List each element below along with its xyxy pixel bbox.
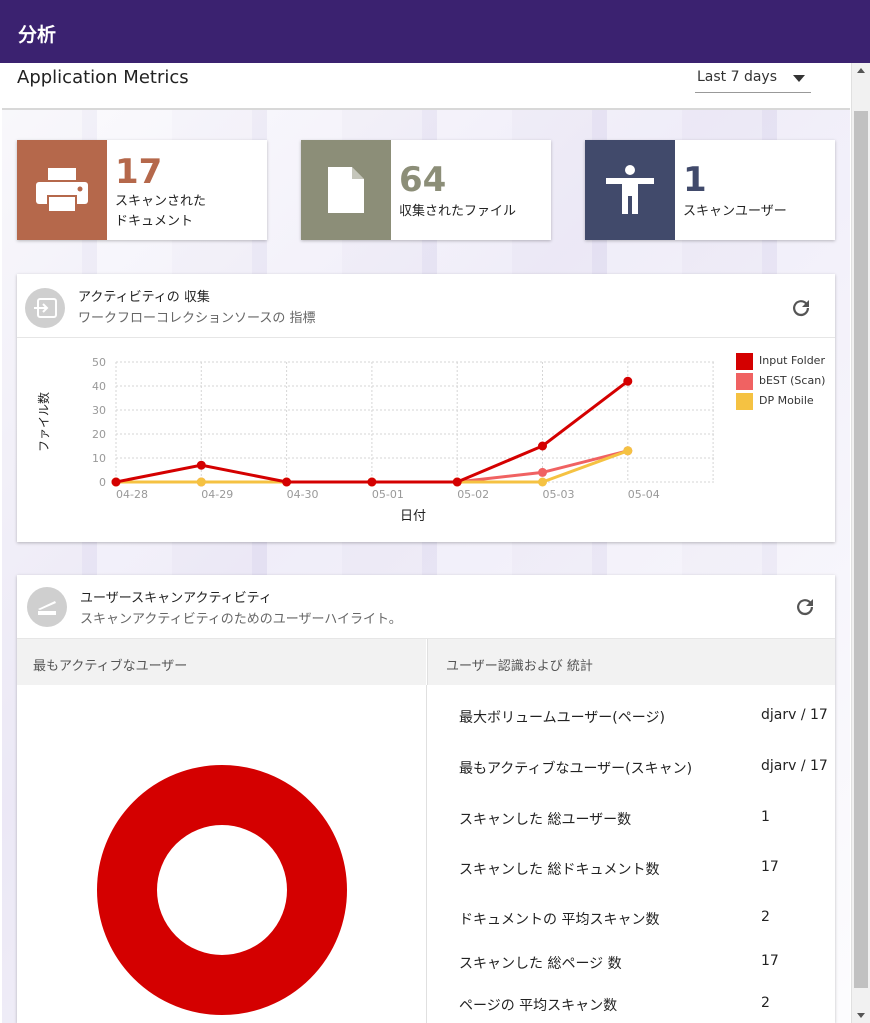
x-tick-label: 05-02 xyxy=(457,488,489,501)
stat-row-label: スキャンした 総ユーザー数 xyxy=(459,812,632,828)
stat-row-label: スキャンした 総ドキュメント数 xyxy=(459,862,660,878)
data-point xyxy=(538,467,547,477)
card-avatar xyxy=(27,587,67,627)
legend-swatch xyxy=(736,373,753,390)
y-tick-label: 20 xyxy=(92,428,106,441)
stat-row-value: 17 xyxy=(761,859,779,875)
scrollbar-thumb[interactable] xyxy=(854,111,868,988)
card-subtitle: スキャンアクティビティのためのユーザーハイライト。 xyxy=(80,612,402,627)
printer-icon-box xyxy=(17,140,107,240)
stat-row-value: 1 xyxy=(761,809,770,825)
y-tick-label: 50 xyxy=(92,356,106,369)
card-header: アクティビティの 収集 ワークフローコレクションソースの 指標 xyxy=(17,274,835,338)
data-point xyxy=(196,477,206,487)
x-tick-label: 05-01 xyxy=(372,488,404,501)
card-avatar xyxy=(25,288,65,328)
y-tick-label: 10 xyxy=(92,452,106,465)
stat-value: 64 xyxy=(399,160,447,200)
column-divider xyxy=(426,685,427,1023)
legend-swatch xyxy=(736,393,753,410)
stat-row-label: 最大ボリュームユーザー(ページ) xyxy=(459,710,665,726)
date-range-value: Last 7 days xyxy=(697,69,778,85)
vertical-scrollbar[interactable] xyxy=(851,63,870,1023)
user-stats-header: ユーザー認識および 統計 xyxy=(427,639,835,685)
card-header: ユーザースキャンアクティビティ スキャンアクティビティのためのユーザーハイライト… xyxy=(17,575,835,639)
legend-label: Input Folder xyxy=(759,354,825,367)
legend-label: bEST (Scan) xyxy=(759,374,826,387)
x-tick-label: 05-03 xyxy=(543,488,575,501)
scroll-up-arrow-icon[interactable] xyxy=(857,68,865,73)
stat-card-scanned-documents: 17 スキャンされた ドキュメント xyxy=(17,140,267,240)
page-title: Application Metrics xyxy=(17,67,189,88)
most-active-user-header: 最もアクティブなユーザー xyxy=(17,639,426,685)
stat-row-label: スキャンした 総ページ 数 xyxy=(459,956,622,972)
y-tick-label: 40 xyxy=(92,380,106,393)
x-tick-label: 04-30 xyxy=(287,488,319,501)
data-point xyxy=(538,441,547,451)
card-title: アクティビティの 収集 xyxy=(78,290,210,305)
stat-label-line1: 収集されたファイル xyxy=(399,204,517,219)
donut-ring xyxy=(97,765,347,1015)
stat-row-value: 2 xyxy=(761,909,770,925)
x-tick-label: 04-29 xyxy=(201,488,233,501)
card-title: ユーザースキャンアクティビティ xyxy=(80,591,272,606)
refresh-icon[interactable] xyxy=(789,296,813,320)
stat-label-line1: スキャンユーザー xyxy=(683,204,787,219)
y-axis-label: ファイル数 xyxy=(36,392,51,452)
stat-row-value: djarv / 17 xyxy=(761,707,828,723)
data-point xyxy=(623,376,633,386)
legend-label: DP Mobile xyxy=(759,394,814,407)
refresh-icon[interactable] xyxy=(793,595,817,619)
stat-value: 1 xyxy=(683,160,707,200)
activity-chart: 50 40 30 20 10 0 04-28 04-29 04-30 05-01 05-02 05-0… xyxy=(36,356,714,524)
stat-row-label: ドキュメントの 平均スキャン数 xyxy=(459,912,660,928)
document-icon xyxy=(328,167,364,213)
data-point xyxy=(452,477,462,487)
data-point xyxy=(111,477,121,487)
legend-swatch xyxy=(736,353,753,370)
stat-row-value: djarv / 17 xyxy=(761,758,828,774)
printer-icon xyxy=(36,168,88,213)
person-icon-box xyxy=(585,140,675,240)
stat-card-scan-users: 1 スキャンユーザー xyxy=(585,140,835,240)
user-donut-chart xyxy=(97,765,347,1015)
y-tick-label: 30 xyxy=(92,404,106,417)
app-title: 分析 xyxy=(18,24,57,46)
document-icon-box xyxy=(301,140,391,240)
x-tick-label: 05-04 xyxy=(628,488,660,501)
stat-row-value: 2 xyxy=(761,995,770,1011)
scroll-down-arrow-icon[interactable] xyxy=(857,1013,865,1018)
page-header: Application Metrics Last 7 days xyxy=(2,63,850,110)
data-point xyxy=(196,460,206,470)
person-icon xyxy=(606,165,654,214)
user-scan-card: ユーザースキャンアクティビティ スキャンアクティビティのためのユーザーハイライト… xyxy=(17,575,835,1023)
input-icon xyxy=(34,298,57,318)
date-range-select[interactable]: Last 7 days xyxy=(695,69,811,93)
stat-label-line1: スキャンされた xyxy=(115,194,207,209)
stat-label-line2: ドキュメント xyxy=(115,214,194,229)
x-axis-label: 日付 xyxy=(400,509,426,524)
y-tick-label: 0 xyxy=(99,476,106,489)
data-point xyxy=(623,446,633,456)
chevron-down-icon xyxy=(793,75,805,82)
x-tick-label: 04-28 xyxy=(116,488,148,501)
stat-value: 17 xyxy=(115,152,163,192)
data-point xyxy=(538,477,547,487)
card-subtitle: ワークフローコレクションソースの 指標 xyxy=(78,311,316,326)
data-point xyxy=(367,477,377,487)
stat-card-collected-files: 64 収集されたファイル xyxy=(301,140,551,240)
stat-row-label: 最もアクティブなユーザー(スキャン) xyxy=(459,761,693,777)
activity-card: アクティビティの 収集 ワークフローコレクションソースの 指標 50 40 30 20… xyxy=(17,274,835,542)
scanner-icon xyxy=(38,601,56,615)
data-point xyxy=(282,477,292,487)
app-bar: 分析 xyxy=(0,0,870,63)
stat-row-label: ページの 平均スキャン数 xyxy=(459,998,618,1014)
stat-row-value: 17 xyxy=(761,953,779,969)
